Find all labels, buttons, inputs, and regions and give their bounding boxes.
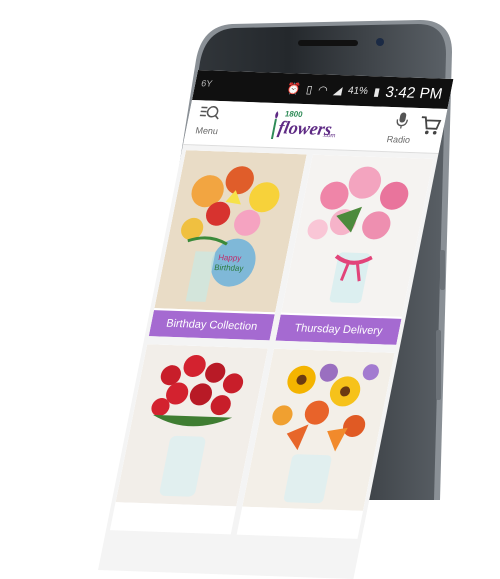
- vibrate-icon: ▯: [305, 82, 314, 95]
- svg-text:Happy: Happy: [217, 253, 242, 263]
- radio-label: Radio: [383, 134, 415, 145]
- wifi-icon: ◠: [317, 83, 329, 96]
- battery-percent: 41%: [347, 85, 369, 97]
- battery-icon: ▮: [373, 85, 382, 98]
- tile-label: Thursday Delivery: [275, 315, 401, 345]
- phone-mockup: 6Y ⏰ ▯ ◠ ◢ 41% ▮ 3:42 PM Me: [0, 0, 500, 500]
- pink-lily-bouquet-image: [281, 155, 433, 317]
- app-header: Menu 1800 flowers .com: [183, 100, 447, 154]
- brand-logo[interactable]: 1800 flowers .com: [265, 107, 342, 145]
- signal-icon: ◢: [332, 83, 343, 96]
- carrier-label: 6Y: [200, 78, 213, 88]
- radio-button[interactable]: Radio: [382, 111, 419, 150]
- cart-icon: [417, 114, 443, 137]
- menu-label: Menu: [189, 125, 225, 136]
- svg-text:Birthday: Birthday: [213, 263, 244, 273]
- logo-suffix: .com: [322, 133, 336, 139]
- cart-button[interactable]: [414, 114, 444, 145]
- menu-button[interactable]: Menu: [188, 104, 229, 143]
- birthday-bouquet-image: Happy Birthday: [154, 150, 306, 312]
- search-menu-icon: [191, 104, 229, 126]
- sunflower-bouquet-image: [242, 349, 394, 511]
- alarm-icon: ⏰: [286, 82, 302, 95]
- red-roses-bouquet-image: [116, 344, 268, 506]
- microphone-icon: [385, 111, 419, 135]
- tile-label: Birthday Collection: [149, 310, 275, 340]
- clock: 3:42 PM: [384, 83, 444, 102]
